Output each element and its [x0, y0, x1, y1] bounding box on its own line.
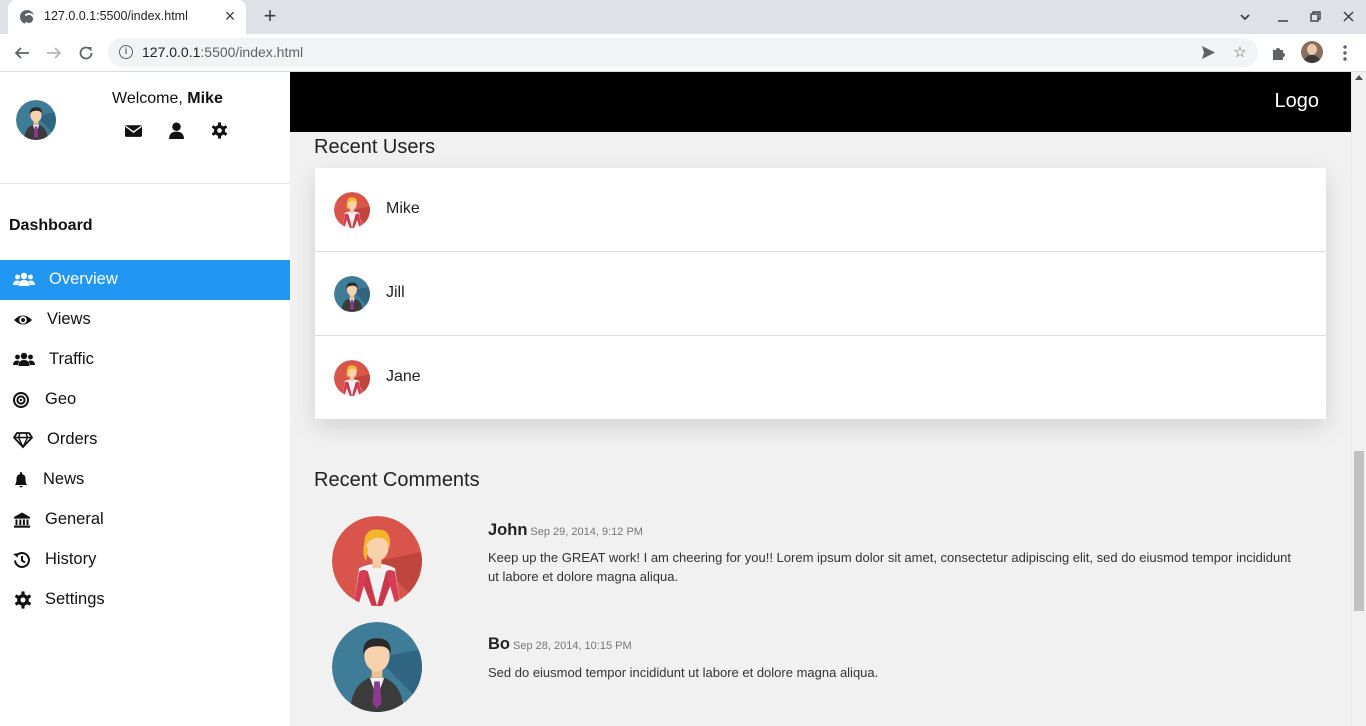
sidebar-item-label: Orders	[47, 430, 98, 448]
gear-icon	[13, 591, 33, 609]
browser-tab[interactable]: 127.0.0.1:5500/index.html ×	[8, 0, 246, 34]
user-icon[interactable]	[168, 122, 186, 140]
page-viewport: Welcome, Mike Dashboard Overview Views T…	[0, 72, 1366, 726]
sidebar: Welcome, Mike Dashboard Overview Views T…	[0, 72, 290, 726]
user-name: Jill	[386, 284, 405, 301]
top-header: Logo	[290, 72, 1351, 132]
sidebar-item-orders[interactable]: Orders	[0, 420, 290, 460]
male-avatar	[334, 276, 370, 312]
comment-date: Sep 29, 2014, 9:12 PM	[530, 526, 643, 538]
globe-icon	[20, 10, 35, 25]
sidebar-heading: Dashboard	[9, 217, 93, 234]
diamond-icon	[13, 431, 33, 449]
scroll-up-arrow-icon[interactable]	[1355, 75, 1363, 80]
tab-search-icon[interactable]	[1234, 6, 1256, 28]
site-info-icon[interactable]: i	[119, 45, 133, 59]
gear-icon[interactable]	[211, 122, 229, 140]
send-icon[interactable]	[1198, 43, 1218, 63]
avatar	[16, 100, 56, 140]
eye-icon	[13, 311, 33, 329]
tab-title: 127.0.0.1:5500/index.html	[44, 9, 188, 23]
envelope-icon[interactable]	[125, 122, 143, 140]
sidebar-item-label: News	[43, 470, 85, 488]
comment-author: Bo Sep 28, 2014, 10:15 PM	[488, 635, 632, 653]
comment-date: Sep 28, 2014, 10:15 PM	[513, 640, 632, 652]
comment-text: Keep up the GREAT work! I am cheering fo…	[488, 550, 1292, 584]
sidebar-item-label: General	[45, 510, 104, 528]
page-scrollbar[interactable]	[1351, 72, 1366, 726]
forward-arrow-icon[interactable]	[41, 40, 67, 66]
welcome-user-name: Mike	[187, 90, 223, 107]
sidebar-item-label: Overview	[49, 270, 118, 288]
sidebar-item-geo[interactable]: Geo	[0, 380, 290, 420]
male-avatar	[332, 622, 422, 712]
sidebar-item-label: Traffic	[49, 350, 94, 368]
sidebar-item-views[interactable]: Views	[0, 300, 290, 340]
bank-icon	[13, 511, 33, 529]
female-avatar	[334, 360, 370, 396]
reload-icon[interactable]	[73, 40, 99, 66]
restore-icon[interactable]	[1304, 6, 1326, 28]
user-name: Mike	[386, 200, 420, 217]
recent-users-title: Recent Users	[314, 136, 436, 158]
browser-tabstrip: 127.0.0.1:5500/index.html × +	[0, 0, 1366, 34]
new-tab-button[interactable]: +	[258, 5, 282, 29]
female-avatar	[332, 516, 422, 606]
users-icon	[13, 351, 35, 369]
welcome-text: Welcome, Mike	[112, 90, 223, 107]
sidebar-item-label: Settings	[45, 590, 105, 608]
sidebar-item-history[interactable]: History	[0, 540, 290, 580]
recent-comments-title: Recent Comments	[314, 469, 480, 491]
list-item[interactable]: Jill	[315, 252, 1326, 336]
extensions-icon[interactable]	[1268, 42, 1290, 64]
back-arrow-icon[interactable]	[9, 40, 35, 66]
browser-toolbar: i 127.0.0.1:5500/index.html ☆	[0, 34, 1366, 72]
sidebar-menu: Overview Views Traffic Geo Orders News G…	[0, 260, 290, 620]
comment-text: Sed do eiusmod tempor incididunt ut labo…	[488, 665, 879, 680]
list-item[interactable]: Jane	[315, 336, 1326, 420]
bookmark-star-icon[interactable]: ☆	[1230, 43, 1250, 63]
scrollbar-thumb[interactable]	[1354, 451, 1364, 611]
recent-users-list: Mike Jill Jane	[315, 168, 1326, 419]
close-window-icon[interactable]	[1337, 6, 1359, 28]
sidebar-item-settings[interactable]: Settings	[0, 580, 290, 620]
sidebar-item-news[interactable]: News	[0, 460, 290, 500]
comment-author: John Sep 29, 2014, 9:12 PM	[488, 521, 643, 539]
bullseye-icon	[13, 391, 33, 409]
sidebar-item-label: Views	[47, 310, 91, 328]
sidebar-item-general[interactable]: General	[0, 500, 290, 540]
minimize-icon[interactable]	[1272, 6, 1294, 28]
logo[interactable]: Logo	[1275, 90, 1320, 113]
user-name: Jane	[386, 368, 421, 385]
sidebar-item-label: Geo	[45, 390, 77, 408]
browser-menu-icon[interactable]	[1334, 42, 1356, 64]
bell-icon	[13, 471, 33, 489]
users-icon	[13, 271, 35, 289]
browser-profile-avatar[interactable]	[1301, 41, 1323, 63]
sidebar-item-label: History	[45, 550, 97, 568]
close-tab-icon[interactable]: ×	[220, 7, 240, 27]
sidebar-profile: Welcome, Mike	[0, 72, 290, 184]
url-text: 127.0.0.1:5500/index.html	[142, 44, 304, 60]
female-avatar	[334, 192, 370, 228]
sidebar-item-overview[interactable]: Overview	[0, 260, 290, 300]
sidebar-item-traffic[interactable]: Traffic	[0, 340, 290, 380]
list-item[interactable]: Mike	[315, 168, 1326, 252]
address-bar[interactable]: i 127.0.0.1:5500/index.html ☆	[108, 38, 1258, 67]
history-icon	[13, 551, 33, 569]
